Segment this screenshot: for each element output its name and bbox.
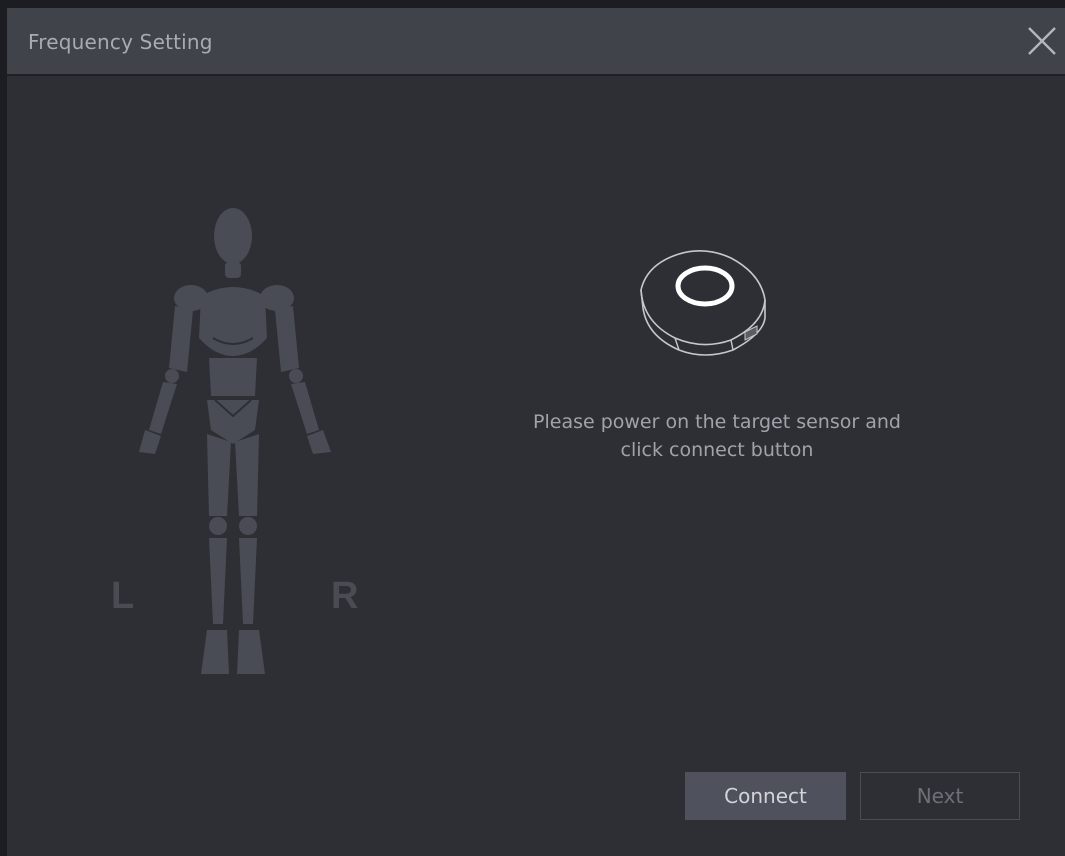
connect-button[interactable]: Connect xyxy=(685,772,846,820)
next-button[interactable]: Next xyxy=(860,772,1020,820)
instruction-text: Please power on the target sensor and cl… xyxy=(437,408,997,464)
left-side-label: L xyxy=(111,575,135,617)
instruction-line-2: click connect button xyxy=(620,439,814,461)
frequency-setting-dialog: Frequency Setting L R Please power on th… xyxy=(7,8,1065,856)
dialog-titlebar: Frequency Setting xyxy=(7,8,1065,76)
instruction-line-1: Please power on the target sensor and xyxy=(533,411,901,433)
close-icon[interactable] xyxy=(1023,22,1061,60)
sensor-device-icon xyxy=(633,244,773,362)
right-side-label: R xyxy=(331,575,359,617)
dialog-title: Frequency Setting xyxy=(28,30,213,54)
